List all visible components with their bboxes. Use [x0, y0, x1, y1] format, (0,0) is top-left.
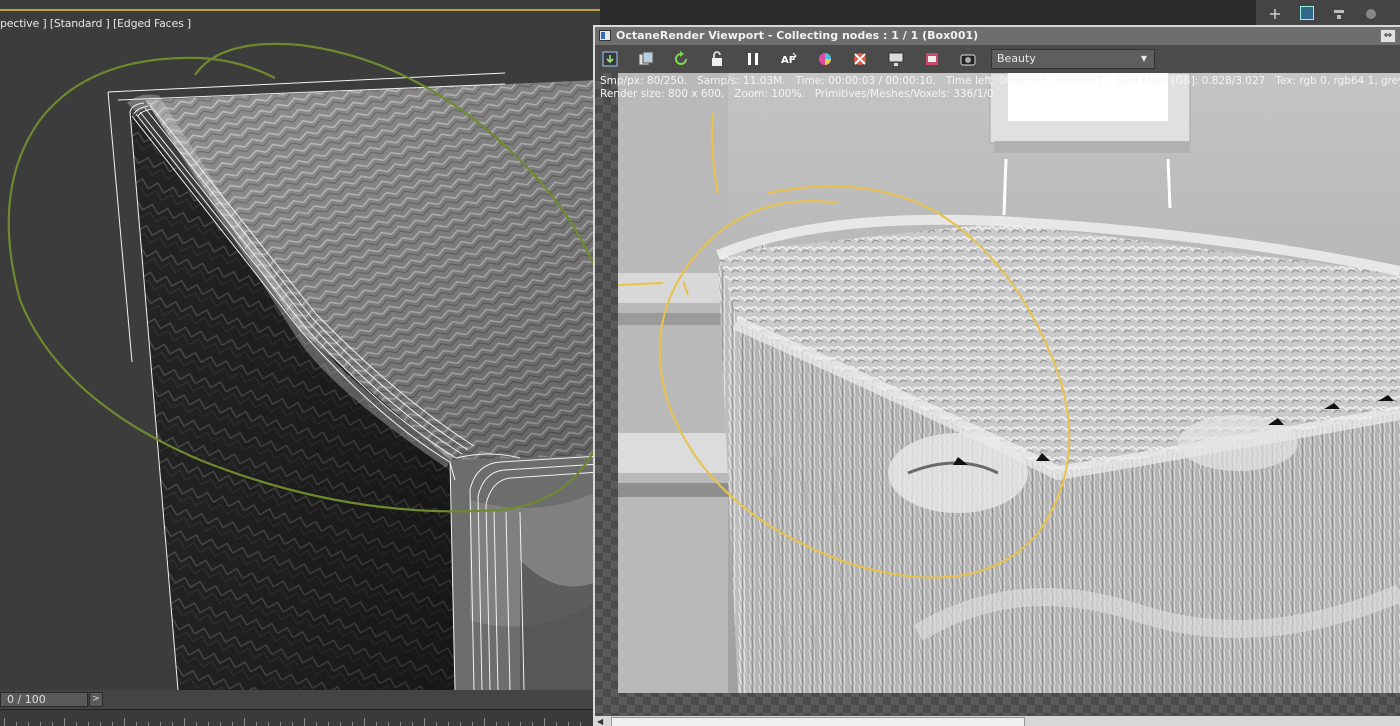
- stat-render-size: Render size: 800 x 600.: [600, 88, 725, 100]
- region-icon[interactable]: [849, 49, 871, 69]
- restore-button[interactable]: ⇔: [1380, 29, 1396, 43]
- stat-primitives: Primitives/Meshes/Voxels: 336/1/0: [814, 88, 994, 100]
- stat-textures: Tex: rgb 0, rgb64 1, grey 0, grey16: [1275, 75, 1400, 87]
- scroll-left-icon[interactable]: ◀: [597, 717, 607, 726]
- modify-icon[interactable]: [1300, 6, 1314, 20]
- stat-time: Time: 00:00:03 / 00:00:10.: [795, 75, 936, 87]
- pause-icon[interactable]: [742, 49, 764, 69]
- copy-icon[interactable]: [635, 49, 657, 69]
- stat-time-left: Time left: 00:00:03 / 00:00:07.: [945, 75, 1107, 87]
- octane-titlebar[interactable]: OctaneRender Viewport - Collecting nodes…: [595, 27, 1400, 45]
- octane-toolbar: AF Beauty ▼: [595, 45, 1400, 73]
- next-frame-button[interactable]: >: [89, 692, 103, 707]
- camera-icon[interactable]: [957, 49, 979, 69]
- display-icon[interactable]: [885, 49, 907, 69]
- chevron-down-icon: ▼: [1140, 54, 1147, 63]
- viewport-label[interactable]: pective ] [Standard ] [Edged Faces ]: [0, 17, 191, 30]
- autofocus-icon[interactable]: AF: [778, 49, 800, 69]
- timeline: 0 / 100 >: [0, 690, 596, 726]
- stats-line-1: Smp/px: 80/250. Samp/s: 11.03M. Time: 00:0…: [600, 75, 1400, 88]
- motion-icon[interactable]: [1364, 6, 1378, 20]
- octane-render-area[interactable]: Smp/px: 80/250. Samp/s: 11.03M. Time: 00:0…: [595, 73, 1400, 723]
- export-icon[interactable]: [599, 49, 621, 69]
- color-picker-icon[interactable]: [814, 49, 836, 69]
- octane-window-title: OctaneRender Viewport - Collecting nodes…: [616, 29, 979, 42]
- max-viewport[interactable]: pective ] [Standard ] [Edged Faces ]: [0, 0, 600, 690]
- viewport-scene: [0, 0, 600, 690]
- time-ruler[interactable]: [0, 709, 596, 726]
- stat-samples-per-second: Samp/s: 11.03M.: [697, 75, 786, 87]
- stat-zoom: Zoom: 100%.: [734, 88, 805, 100]
- render-pass-value: Beauty: [997, 52, 1036, 65]
- render-statistics: Smp/px: 80/250. Samp/s: 11.03M. Time: 00:0…: [600, 75, 1400, 101]
- refresh-icon[interactable]: [670, 49, 692, 69]
- horizontal-scrollbar[interactable]: ◀: [595, 716, 1400, 726]
- stat-samples-per-pixel: Smp/px: 80/250.: [600, 75, 688, 87]
- main-toolbar-fragment: [1256, 0, 1400, 26]
- lock-icon[interactable]: [706, 49, 728, 69]
- scrollbar-thumb[interactable]: [611, 717, 1025, 726]
- render-image: [618, 73, 1400, 693]
- stats-line-2: Render size: 800 x 600. Zoom: 100%. Primit…: [600, 88, 1400, 101]
- octane-app-icon: [599, 30, 611, 41]
- app-root: pective ] [Standard ] [Edged Faces ] 0 /…: [0, 0, 1400, 726]
- svg-text:AF: AF: [781, 55, 796, 66]
- time-slider[interactable]: 0 / 100: [0, 692, 88, 707]
- viewport-active-border: [0, 9, 600, 11]
- hierarchy-icon[interactable]: [1332, 6, 1346, 20]
- plus-icon[interactable]: [1268, 6, 1282, 20]
- render-pass-select[interactable]: Beauty ▼: [991, 49, 1155, 69]
- octane-viewport-window[interactable]: OctaneRender Viewport - Collecting nodes…: [593, 25, 1400, 726]
- stat-gpu-mem: GPU Mem [GB]: 0.828/3.027: [1116, 75, 1266, 87]
- settings-icon[interactable]: [921, 49, 943, 69]
